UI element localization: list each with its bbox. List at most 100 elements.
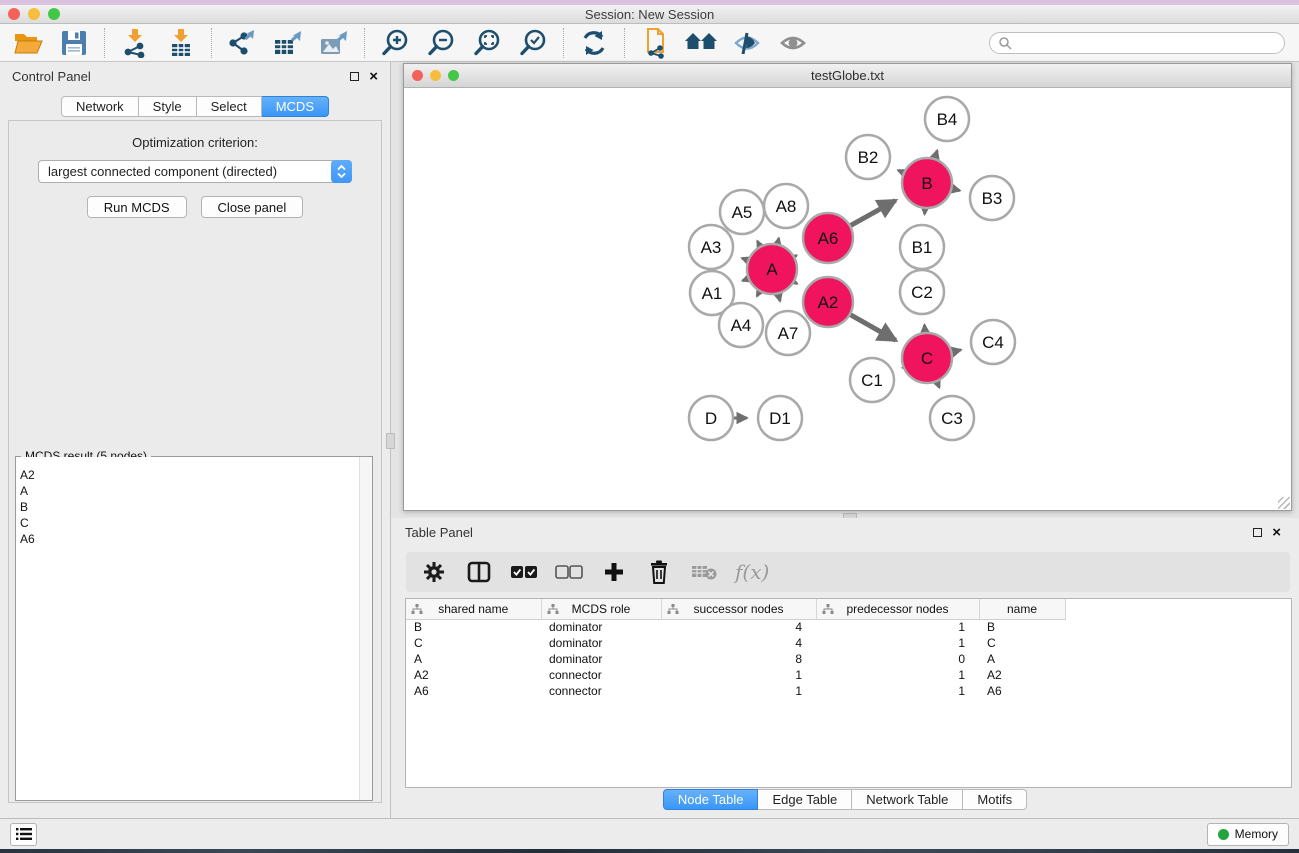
tab-network[interactable]: Network (61, 96, 139, 117)
minimize-window-button[interactable] (28, 8, 40, 20)
import-network-icon[interactable] (117, 27, 153, 59)
graph-edge[interactable] (757, 292, 759, 296)
task-history-button[interactable] (10, 823, 37, 846)
graph-edge[interactable] (851, 201, 896, 226)
export-network-icon[interactable] (224, 27, 260, 59)
result-scrollbar[interactable] (359, 457, 372, 800)
graph-edge[interactable] (952, 189, 960, 191)
graph-edge[interactable] (778, 238, 779, 243)
table-panel: Table Panel × (391, 518, 1299, 818)
zoom-fit-icon[interactable] (469, 27, 505, 59)
zoom-in-icon[interactable] (377, 27, 413, 59)
dropdown-stepper-icon (331, 160, 352, 183)
maximize-network-window-button[interactable] (448, 70, 459, 81)
deselect-all-checkboxes-icon[interactable] (555, 556, 583, 588)
graph-edge[interactable] (925, 325, 926, 332)
table-row[interactable]: Cdominator41C (406, 635, 1081, 651)
graph-edge[interactable] (935, 151, 937, 159)
close-table-panel-icon[interactable]: × (1272, 528, 1281, 537)
export-image-icon[interactable] (316, 27, 352, 59)
float-panel-icon[interactable] (350, 72, 359, 81)
import-table-icon[interactable] (163, 27, 199, 59)
mcds-result-item[interactable]: A6 (20, 531, 372, 547)
refresh-icon[interactable] (576, 27, 612, 59)
tab-mcds[interactable]: MCDS (262, 96, 329, 117)
column-header[interactable]: predecessor nodes (816, 599, 979, 619)
graph-edge[interactable] (794, 282, 797, 284)
float-table-panel-icon[interactable] (1253, 528, 1262, 537)
table-row[interactable]: Adominator80A (406, 651, 1081, 667)
zoom-out-icon[interactable] (423, 27, 459, 59)
mcds-result-list[interactable]: A2ABCA6 (16, 457, 372, 800)
table-row[interactable]: Bdominator41B (406, 619, 1081, 635)
graph-node-label: A6 (818, 229, 839, 248)
settings-gear-icon[interactable] (420, 556, 448, 588)
table-row[interactable]: A6connector11A6 (406, 683, 1081, 699)
select-all-checkboxes-icon[interactable] (510, 556, 538, 588)
optimization-criterion-select[interactable]: largest connected component (directed) (38, 160, 352, 183)
function-builder-icon[interactable]: f(x) (735, 560, 769, 584)
mcds-result-box: MCDS result (5 nodes) A2ABCA6 (15, 456, 373, 801)
delete-column-icon[interactable] (645, 556, 673, 588)
column-header[interactable]: MCDS role (541, 599, 661, 619)
table-row[interactable]: A2connector11A2 (406, 667, 1081, 683)
mcds-result-item[interactable]: A (20, 483, 372, 499)
mcds-result-item[interactable]: C (20, 515, 372, 531)
graph-edge[interactable] (937, 382, 939, 388)
new-network-from-selection-icon[interactable] (637, 27, 673, 59)
app-titlebar: Session: New Session (0, 5, 1299, 24)
table-panel-title: Table Panel (405, 525, 473, 540)
node-table[interactable]: shared nameMCDS rolesuccessor nodesprede… (405, 598, 1292, 788)
tab-node-table[interactable]: Node Table (663, 789, 759, 810)
close-network-window-button[interactable] (412, 70, 423, 81)
memory-button[interactable]: Memory (1207, 823, 1289, 846)
export-table-icon[interactable] (270, 27, 306, 59)
graph-node-label: C (921, 349, 933, 368)
graph-edge[interactable] (851, 315, 896, 341)
window-resize-grip[interactable] (1278, 497, 1290, 509)
open-file-icon[interactable] (10, 27, 46, 59)
network-canvas[interactable]: B4B2BB3A8A5A6A3B1AA1C2A2A4A7C4CC1C3DD1 (404, 88, 1291, 510)
column-header[interactable]: successor nodes (661, 599, 816, 619)
show-hide-eye-icon[interactable] (775, 27, 811, 59)
minimize-network-window-button[interactable] (430, 70, 441, 81)
search-input[interactable] (1012, 36, 1276, 50)
search-field[interactable] (989, 32, 1285, 54)
graph-edge[interactable] (743, 279, 748, 281)
close-panel-button[interactable]: Close panel (201, 196, 304, 218)
toggle-graphics-details-icon[interactable] (729, 27, 765, 59)
column-header[interactable]: name (979, 599, 1065, 619)
network-view-window[interactable]: testGlobe.txt B4B2BB3A8A5A6A3B1AA1C2A2A4… (403, 63, 1292, 511)
graph-edge[interactable] (795, 255, 797, 256)
graph-edge[interactable] (742, 258, 748, 260)
graph-edge[interactable] (952, 350, 961, 352)
tab-select[interactable]: Select (197, 96, 262, 117)
zoom-selected-icon[interactable] (515, 27, 551, 59)
vertical-splitter-handle[interactable] (386, 433, 395, 449)
tab-motifs[interactable]: Motifs (963, 789, 1027, 810)
column-header[interactable]: shared name (406, 599, 541, 619)
close-window-button[interactable] (8, 8, 20, 20)
graph-edge[interactable] (898, 170, 903, 172)
save-session-icon[interactable] (56, 27, 92, 59)
graph-node-label: A4 (731, 316, 752, 335)
graph-node-label: B4 (937, 110, 958, 129)
close-panel-icon[interactable]: × (369, 72, 378, 81)
main-toolbar (0, 24, 1299, 62)
run-mcds-button[interactable]: Run MCDS (87, 196, 187, 218)
graph-edge[interactable] (778, 294, 780, 301)
add-column-icon[interactable] (600, 556, 628, 588)
tab-style[interactable]: Style (139, 96, 197, 117)
mcds-result-item[interactable]: A2 (20, 467, 372, 483)
network-graph[interactable]: B4B2BB3A8A5A6A3B1AA1C2A2A4A7C4CC1C3DD1 (404, 88, 1291, 510)
optimization-criterion-label: Optimization criterion: (9, 135, 381, 150)
column-manager-icon[interactable] (465, 556, 493, 588)
mcds-result-item[interactable]: B (20, 499, 372, 515)
delete-table-icon[interactable] (690, 556, 718, 588)
tab-network-table[interactable]: Network Table (852, 789, 963, 810)
control-panel-title: Control Panel (12, 69, 91, 84)
tab-edge-table[interactable]: Edge Table (758, 789, 852, 810)
graph-edge[interactable] (757, 241, 760, 246)
maximize-window-button[interactable] (48, 8, 60, 20)
home-layout-icon[interactable] (683, 27, 719, 59)
